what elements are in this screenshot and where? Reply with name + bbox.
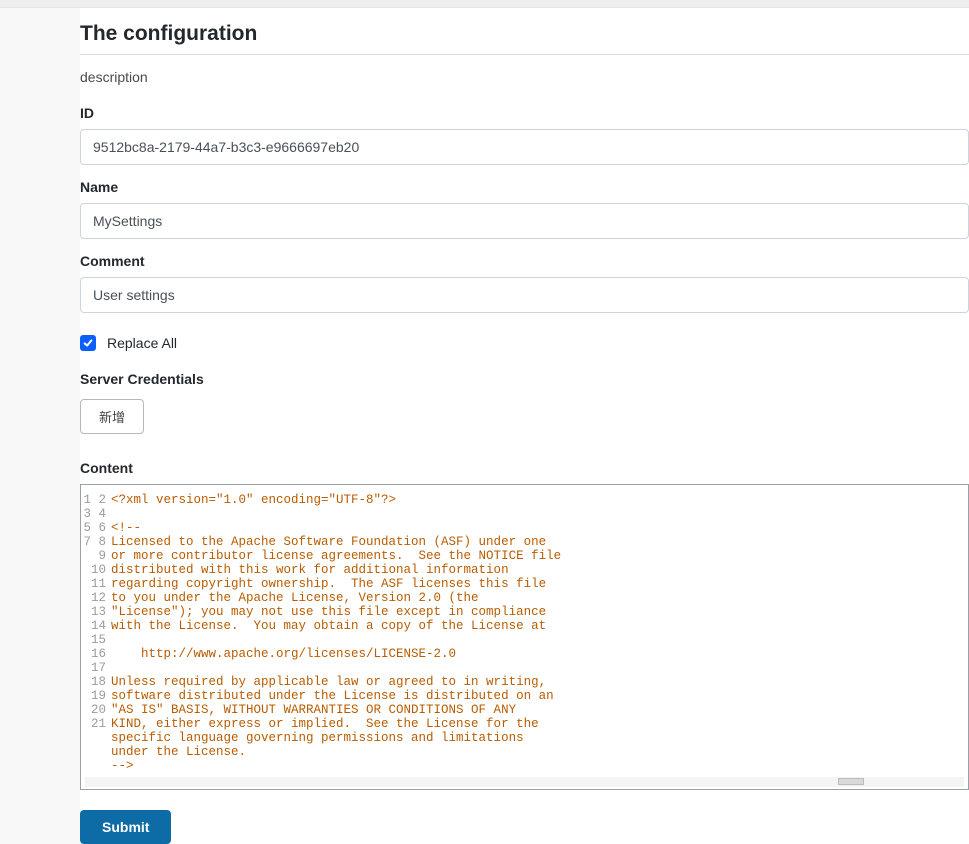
submit-button[interactable]: Submit: [80, 810, 171, 844]
replace-all-label: Replace All: [107, 335, 177, 351]
replace-all-row: Replace All: [80, 335, 969, 351]
name-label: Name: [80, 179, 969, 195]
id-input[interactable]: [80, 129, 969, 165]
content-editor[interactable]: 1 2 3 4 5 6 7 8 9 10 11 12 13 14 15 16 1…: [80, 484, 969, 790]
name-input[interactable]: [80, 203, 969, 239]
page-title: The configuration: [80, 8, 969, 55]
code-gutter: 1 2 3 4 5 6 7 8 9 10 11 12 13 14 15 16 1…: [81, 485, 107, 789]
code-horizontal-scrollbar[interactable]: [85, 777, 964, 787]
field-group-name: Name: [80, 179, 969, 239]
field-group-id: ID: [80, 105, 969, 165]
replace-all-checkbox[interactable]: [80, 335, 96, 351]
id-label: ID: [80, 105, 969, 121]
comment-label: Comment: [80, 253, 969, 269]
server-credentials-label: Server Credentials: [80, 371, 969, 387]
field-group-comment: Comment: [80, 253, 969, 313]
add-credentials-button[interactable]: 新增: [80, 399, 144, 434]
page-container: The configuration description ID Name Co…: [80, 8, 969, 844]
code-body[interactable]: <?xml version="1.0" encoding="UTF-8"?> <…: [111, 485, 964, 777]
page-description: description: [80, 55, 969, 91]
comment-input[interactable]: [80, 277, 969, 313]
check-icon: [83, 338, 93, 348]
content-label: Content: [80, 460, 969, 476]
top-bar: [0, 0, 969, 8]
code-scroll-thumb[interactable]: [838, 778, 864, 785]
